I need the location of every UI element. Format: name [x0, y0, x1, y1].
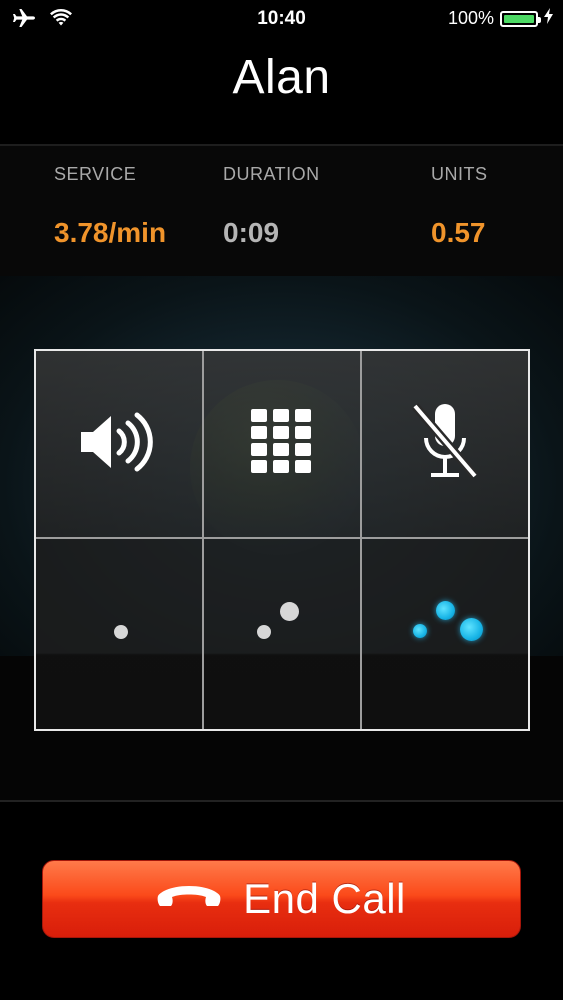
speaker-icon	[79, 411, 159, 478]
keypad-icon	[251, 408, 313, 480]
battery-tip	[538, 16, 541, 23]
quality-dot	[114, 625, 128, 639]
battery-icon	[500, 10, 541, 27]
units-label: UNITS	[431, 164, 488, 184]
quality-1-button[interactable]	[36, 539, 204, 729]
stat-units: UNITS 0.57	[431, 164, 488, 249]
quality-3-icon	[362, 539, 528, 729]
quality-dot	[460, 618, 483, 641]
quality-dot	[436, 601, 455, 620]
end-call-button[interactable]: End Call	[42, 860, 521, 938]
quality-dot	[257, 625, 271, 639]
call-controls-grid	[34, 349, 530, 731]
stat-duration: DURATION 0:09	[223, 164, 320, 249]
quality-2-button[interactable]	[204, 539, 362, 729]
keypad-button[interactable]	[204, 351, 362, 539]
caller-name: Alan	[232, 51, 331, 104]
service-label: SERVICE	[54, 164, 137, 184]
quality-dot	[413, 624, 427, 638]
service-value: 3.78/min	[54, 217, 167, 248]
units-value: 0.57	[431, 217, 486, 248]
quality-2-icon	[204, 539, 360, 729]
duration-value: 0:09	[223, 217, 280, 248]
footer-divider	[0, 800, 563, 802]
phone-hangup-icon	[157, 884, 221, 915]
charging-bolt-icon	[544, 8, 553, 29]
end-call-label: End Call	[243, 875, 406, 922]
quality-3-button[interactable]	[362, 539, 528, 729]
quality-dot	[280, 602, 299, 621]
status-right: 100%	[448, 8, 553, 29]
duration-label: DURATION	[223, 164, 320, 184]
battery-fill	[504, 14, 534, 23]
quality-1-icon	[36, 539, 202, 729]
battery-percent: 100%	[447, 8, 494, 28]
mute-icon	[409, 402, 481, 487]
speaker-button[interactable]	[36, 351, 204, 539]
stat-service: SERVICE 3.78/min	[54, 164, 166, 249]
mute-button[interactable]	[362, 351, 528, 539]
call-stats: SERVICE 3.78/min DURATION 0:09 UNITS 0.5…	[0, 146, 563, 276]
status-bar: 10:40 100%	[0, 0, 563, 40]
